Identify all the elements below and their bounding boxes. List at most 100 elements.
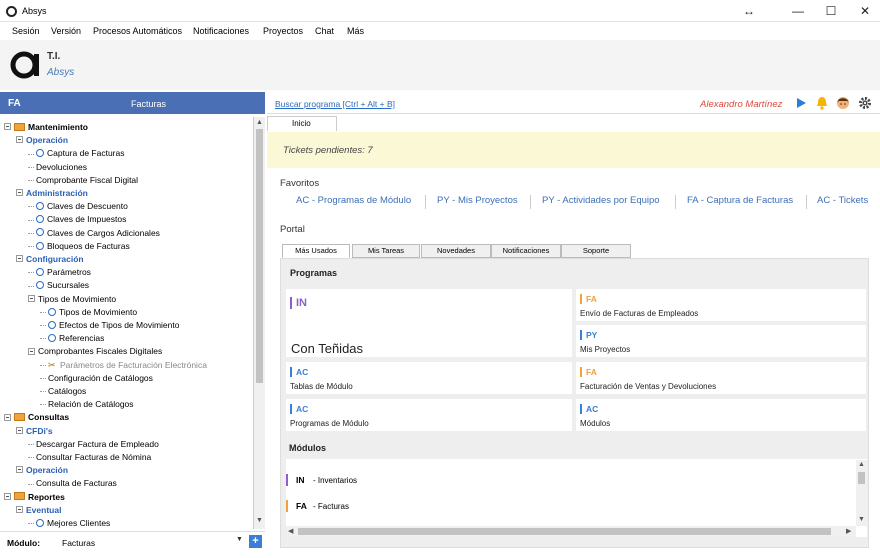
scroll-down-icon[interactable]: ▼ xyxy=(254,517,265,524)
scroll-up-icon[interactable]: ▲ xyxy=(254,119,265,126)
program-card[interactable]: FA Facturación de Ventas y Devoluciones xyxy=(576,362,866,394)
menu-mas[interactable]: Más xyxy=(347,26,364,36)
collapse-toggle-icon[interactable] xyxy=(4,492,11,500)
gear-icon[interactable] xyxy=(858,96,872,110)
tree-node-label: Consultar Facturas de Nómina xyxy=(36,452,152,462)
tree-node[interactable]: Referencias xyxy=(40,332,104,344)
modules-hscrollbar[interactable]: ◀ ▶ xyxy=(286,526,856,537)
menu-version[interactable]: Versión xyxy=(51,26,81,36)
tree-node[interactable]: Captura de Facturas xyxy=(28,147,124,159)
favorite-link[interactable]: AC - Tickets xyxy=(817,195,868,206)
collapse-toggle-icon[interactable] xyxy=(16,506,23,514)
modules-vscrollbar[interactable]: ▲ ▼ xyxy=(856,460,867,526)
collapse-toggle-icon[interactable] xyxy=(28,347,35,355)
user-name[interactable]: Alexandro Martínez xyxy=(700,99,782,110)
tree-node[interactable]: Tipos de Movimiento xyxy=(28,293,116,305)
tree-scrollbar[interactable]: ▲ ▼ xyxy=(254,117,265,529)
tree-node[interactable]: ✂ Parámetros de Facturación Electrónica xyxy=(40,359,207,371)
tree-node[interactable]: Claves de Impuestos xyxy=(28,213,126,225)
scroll-thumb[interactable] xyxy=(256,129,263,383)
maximize-button[interactable]: ☐ xyxy=(821,4,841,18)
tree-node[interactable]: Tipos de Movimiento xyxy=(40,306,137,318)
tickets-banner[interactable]: Tickets pendientes: 7 xyxy=(267,132,880,168)
tree-node[interactable]: Consultar Facturas de Nómina xyxy=(28,451,151,463)
scroll-right-icon[interactable]: ▶ xyxy=(846,527,851,535)
favorites-title: Favoritos xyxy=(280,178,320,189)
tree-node[interactable]: Catálogos xyxy=(40,385,86,397)
scroll-left-icon[interactable]: ◀ xyxy=(288,527,293,535)
tree-node[interactable]: Relación de Catálogos xyxy=(40,398,134,410)
tab-soporte[interactable]: Soporte xyxy=(561,244,631,258)
tree-node[interactable]: Claves de Cargos Adicionales xyxy=(28,227,160,239)
program-card[interactable]: FA Envío de Facturas de Empleados xyxy=(576,289,866,321)
module-select[interactable]: Facturas xyxy=(62,538,95,548)
tree-node[interactable]: Descargar Factura de Empleado xyxy=(28,438,159,450)
tab-notificaciones[interactable]: Notificaciones xyxy=(491,244,561,258)
menu-chat[interactable]: Chat xyxy=(315,26,334,36)
search-program-link[interactable]: Buscar programa [Ctrl + Alt + B] xyxy=(275,99,395,109)
add-module-button[interactable]: + xyxy=(249,535,262,548)
tab-mas-usados[interactable]: Más Usados xyxy=(282,244,350,258)
tree-node[interactable]: Mejores Clientes xyxy=(28,517,110,529)
user-avatar-icon[interactable] xyxy=(836,96,850,110)
tree-node[interactable]: Bloqueos de Facturas xyxy=(28,240,130,252)
tree-node[interactable]: Comprobante Fiscal Digital xyxy=(28,174,138,186)
program-card[interactable]: AC Tablas de Módulo xyxy=(286,362,572,394)
menu-sesion[interactable]: Sesión xyxy=(12,26,40,36)
menu-notificaciones[interactable]: Notificaciones xyxy=(193,26,249,36)
minimize-button[interactable]: — xyxy=(788,4,808,18)
tree-node[interactable]: Consulta de Facturas xyxy=(28,477,117,489)
program-card[interactable]: AC Módulos xyxy=(576,399,866,431)
tab-mis-tareas[interactable]: Mis Tareas xyxy=(352,244,420,258)
dropdown-arrow-icon[interactable]: ▼ xyxy=(236,536,243,543)
module-row[interactable]: FA - Facturas xyxy=(286,499,846,513)
tree-node[interactable]: Eventual xyxy=(16,504,61,516)
tree-node[interactable]: Operación xyxy=(16,134,68,146)
tree-node[interactable]: Devoluciones xyxy=(28,161,87,173)
tab-inicio[interactable]: Inicio xyxy=(267,116,337,131)
tree-node[interactable]: Reportes xyxy=(4,491,65,503)
bell-icon[interactable] xyxy=(815,96,829,110)
tree-node[interactable]: Claves de Descuento xyxy=(28,200,128,212)
card-big-label[interactable]: Con Teñidas xyxy=(291,341,363,356)
menu-proyectos[interactable]: Proyectos xyxy=(263,26,303,36)
module-row[interactable]: IN - Inventarios xyxy=(286,473,846,487)
favorite-link[interactable]: PY - Mis Proyectos xyxy=(437,195,518,206)
tree-connector xyxy=(40,364,46,366)
collapse-toggle-icon[interactable] xyxy=(16,466,23,474)
tree-node-label: Consulta de Facturas xyxy=(36,478,117,489)
collapse-toggle-icon[interactable] xyxy=(16,136,23,144)
scroll-thumb[interactable] xyxy=(858,472,865,484)
play-icon[interactable] xyxy=(794,96,808,110)
tree-node[interactable]: Mantenimiento xyxy=(4,121,88,133)
collapse-toggle-icon[interactable] xyxy=(4,123,11,131)
window-title: Absys xyxy=(22,6,47,16)
favorite-link[interactable]: PY - Actividades por Equipo xyxy=(542,195,660,206)
tree-node[interactable]: Configuración xyxy=(16,253,84,265)
tree-node[interactable]: Sucursales xyxy=(28,279,89,291)
restore-size-icon[interactable]: ↔ xyxy=(739,4,759,18)
program-card[interactable]: PY Mis Proyectos xyxy=(576,325,866,357)
collapse-toggle-icon[interactable] xyxy=(28,294,35,302)
tree-node[interactable]: Administración xyxy=(16,187,88,199)
tab-novedades[interactable]: Novedades xyxy=(421,244,491,258)
tree-node[interactable]: Comprobantes Fiscales Digitales xyxy=(28,345,162,357)
tree-node[interactable]: Operación xyxy=(16,464,68,476)
menu-procesos[interactable]: Procesos Automáticos xyxy=(93,26,182,36)
collapse-toggle-icon[interactable] xyxy=(16,426,23,434)
collapse-toggle-icon[interactable] xyxy=(4,413,11,421)
tree-node[interactable]: Efectos de Tipos de Movimiento xyxy=(40,319,179,331)
program-card[interactable]: AC Programas de Módulo xyxy=(286,399,572,431)
tree-node[interactable]: Configuración de Catálogos xyxy=(40,372,153,384)
collapse-toggle-icon[interactable] xyxy=(16,189,23,197)
collapse-toggle-icon[interactable] xyxy=(16,255,23,263)
close-button[interactable]: ✕ xyxy=(855,4,875,18)
tree-node[interactable]: CFDi's xyxy=(16,425,53,437)
scroll-down-icon[interactable]: ▼ xyxy=(858,516,865,523)
scroll-thumb[interactable] xyxy=(298,528,831,535)
tree-node[interactable]: Parámetros xyxy=(28,266,91,278)
favorite-link[interactable]: AC - Programas de Módulo xyxy=(296,195,411,206)
tree-node[interactable]: Consultas xyxy=(4,411,69,423)
scroll-up-icon[interactable]: ▲ xyxy=(858,461,865,468)
favorite-link[interactable]: FA - Captura de Facturas xyxy=(687,195,793,206)
